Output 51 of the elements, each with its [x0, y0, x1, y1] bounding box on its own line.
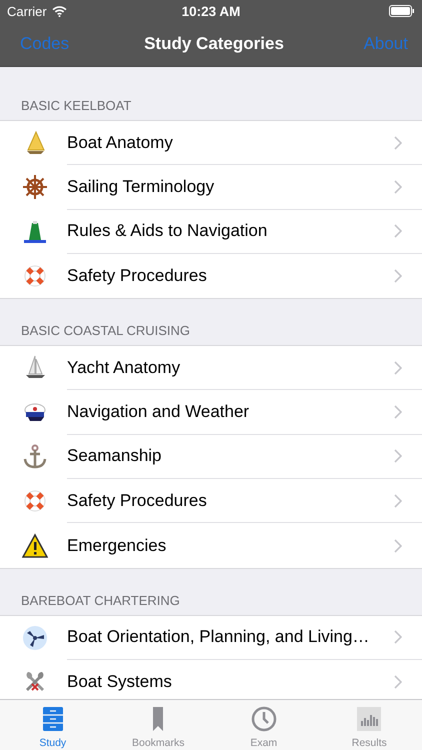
- row-label: Sailing Terminology: [67, 176, 214, 197]
- list-row[interactable]: Boat Orientation, Planning, and Living…: [0, 616, 422, 660]
- list-row[interactable]: Yacht Anatomy: [0, 346, 422, 390]
- navigation-title: Study Categories: [144, 34, 284, 54]
- list-row[interactable]: Safety Procedures: [0, 479, 422, 524]
- warning-icon: [22, 532, 48, 559]
- chevron-icon: [394, 405, 402, 420]
- list-row[interactable]: Boat Systems: [0, 660, 422, 699]
- list-row[interactable]: Boat Anatomy: [0, 121, 422, 166]
- clock-icon: [250, 706, 277, 732]
- list-row[interactable]: Emergencies: [0, 523, 422, 568]
- row-label: Seamanship: [67, 446, 162, 466]
- row-label: Boat Anatomy: [67, 132, 173, 153]
- anchor-icon: [22, 444, 48, 470]
- propeller-icon: [22, 624, 48, 651]
- wifi-icon: [52, 6, 67, 16]
- bar-chart-icon: [356, 706, 382, 732]
- battery-icon: [389, 5, 415, 17]
- list-row[interactable]: Safety Procedures: [0, 254, 422, 298]
- chevron-icon: [394, 360, 402, 375]
- chevron-icon: [394, 675, 402, 690]
- buoy-icon: [22, 218, 48, 245]
- row-label: Boat Orientation, Planning, and Living…: [67, 627, 370, 648]
- chevron-icon: [394, 180, 402, 194]
- list-row[interactable]: Sailing Terminology: [0, 165, 422, 210]
- row-label: Rules & Aids to Navigation: [67, 221, 268, 242]
- row-label: Boat Systems: [67, 672, 172, 692]
- section-header: BASIC KEELBOAT: [21, 98, 132, 113]
- row-label: Emergencies: [67, 536, 166, 556]
- section-header: BASIC COASTAL CRUISING: [21, 323, 190, 338]
- list-row[interactable]: Rules & Aids to Navigation: [0, 210, 422, 254]
- chevron-icon: [394, 224, 402, 238]
- lifebuoy-icon: [22, 263, 48, 290]
- chevron-icon: [394, 136, 402, 150]
- row-label: Yacht Anatomy: [67, 358, 180, 378]
- lifebuoy-icon: [22, 488, 48, 514]
- row-label: Safety Procedures: [67, 266, 207, 286]
- list-row[interactable]: Seamanship: [0, 434, 422, 480]
- list-row[interactable]: Navigation and Weather: [0, 390, 422, 435]
- row-label: Safety Procedures: [67, 490, 207, 511]
- chevron-icon: [394, 538, 402, 553]
- section-header: BAREBOAT CHARTERING: [21, 592, 180, 608]
- tab[interactable]: Study: [0, 700, 106, 750]
- chevron-icon: [394, 630, 402, 644]
- carrier-label: Carrier: [7, 4, 47, 18]
- chevron-icon: [394, 494, 402, 508]
- row-label: Navigation and Weather: [67, 402, 250, 422]
- ship-wheel-icon: [22, 174, 48, 200]
- chevron-icon: [394, 449, 402, 464]
- status-time: 10:23 AM: [182, 4, 240, 18]
- chevron-icon: [394, 269, 402, 284]
